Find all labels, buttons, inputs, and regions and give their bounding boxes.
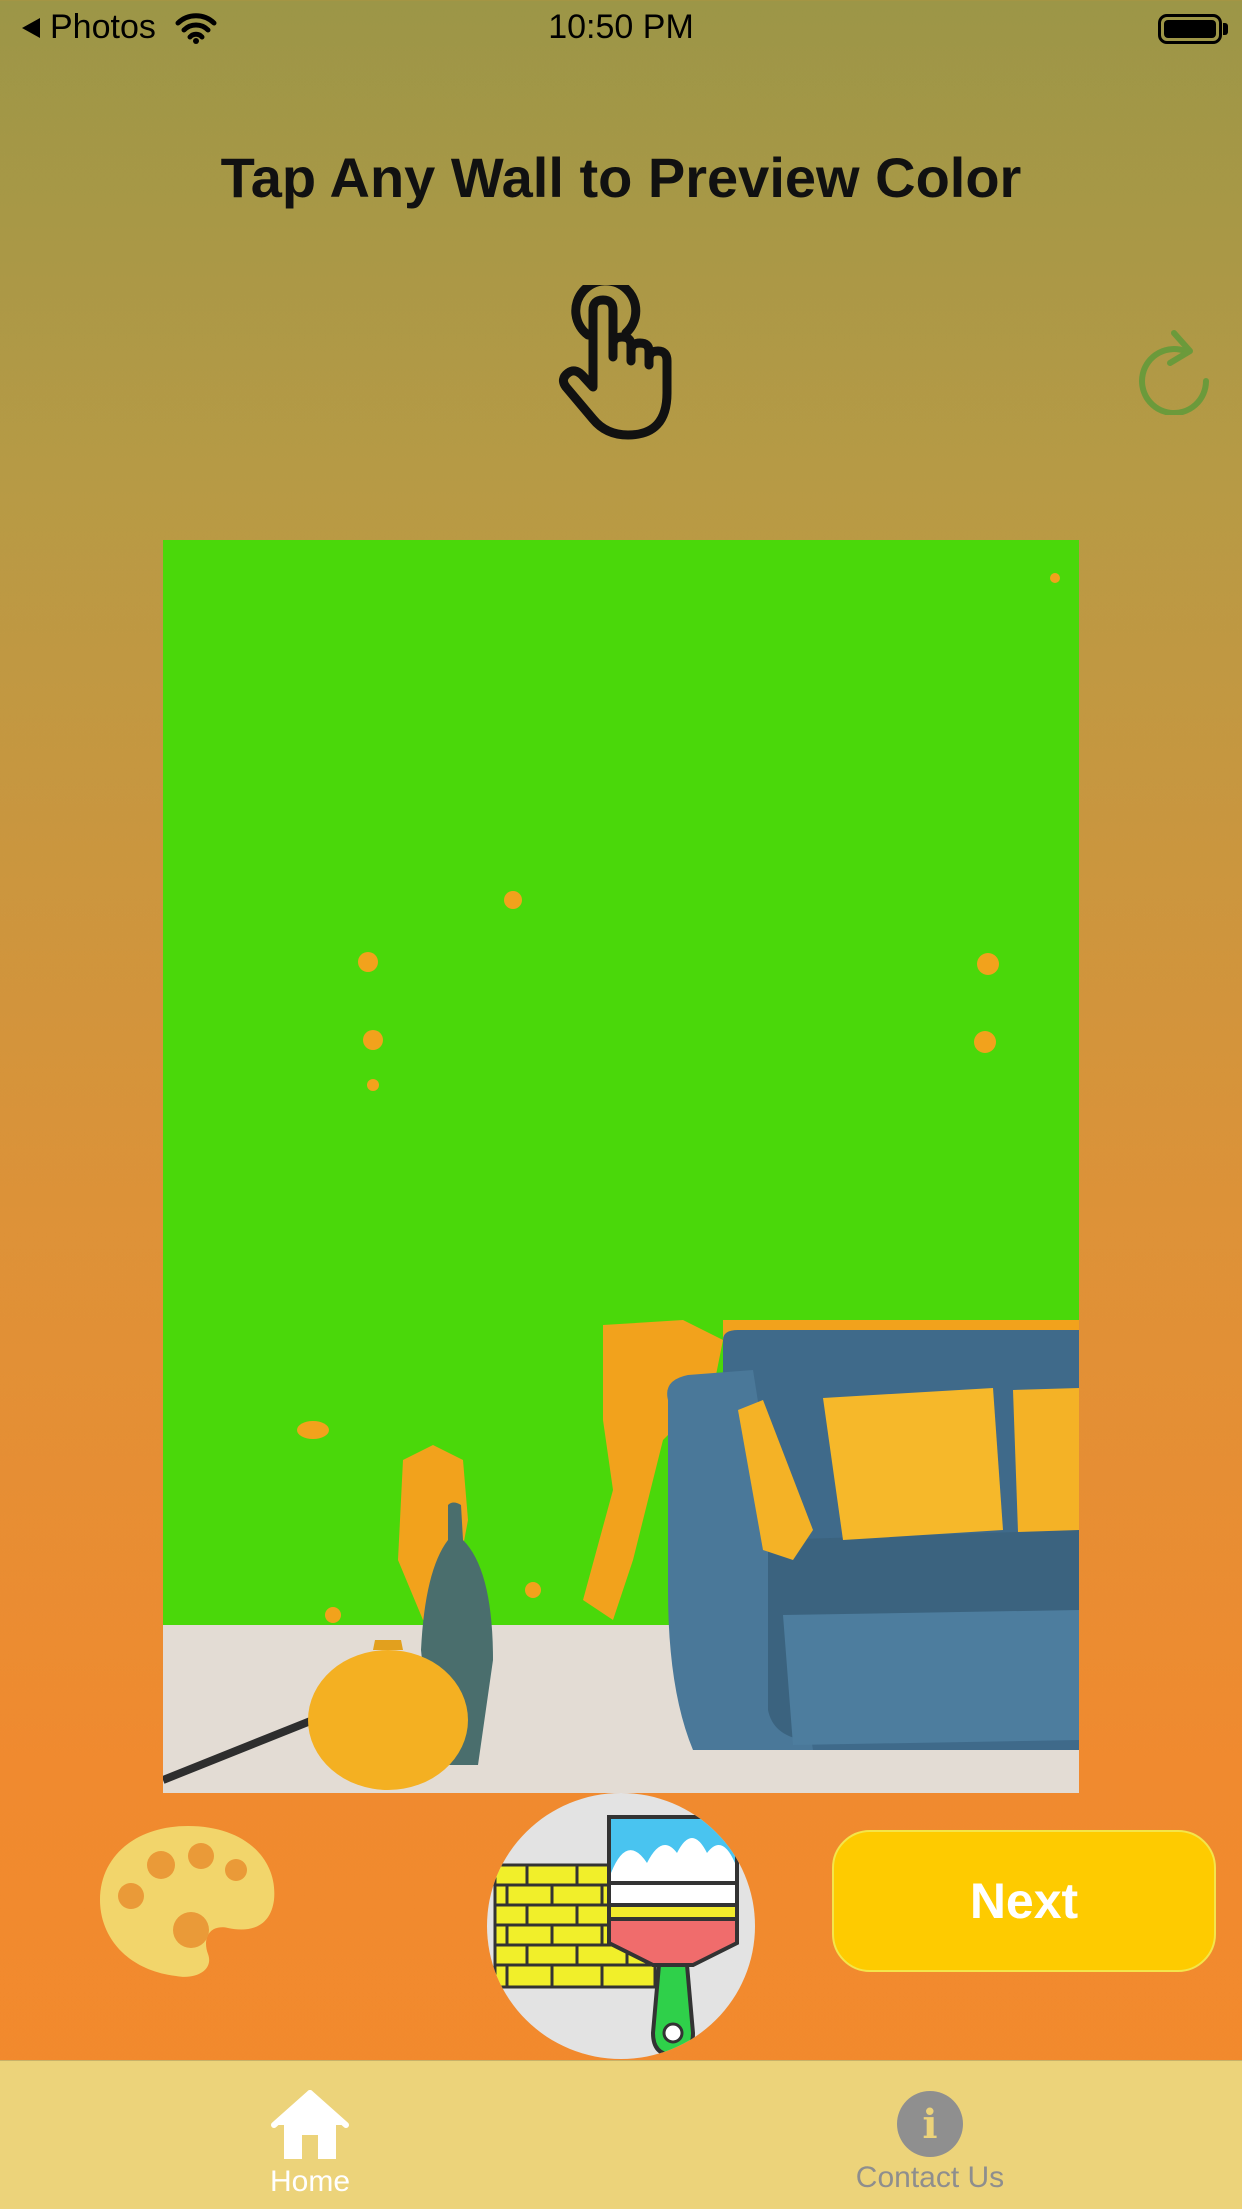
tap-hand-icon — [558, 285, 672, 440]
status-time: 10:50 PM — [548, 8, 694, 46]
wall-paint-brush-icon[interactable] — [487, 1793, 755, 2059]
palette-icon[interactable] — [96, 1820, 280, 1982]
refresh-icon[interactable] — [1130, 325, 1215, 415]
room-preview-image[interactable] — [163, 540, 1079, 1793]
home-icon — [271, 2090, 349, 2159]
tab-home[interactable]: Home — [210, 2061, 410, 2209]
battery-icon — [1158, 14, 1222, 44]
tab-bar: Home i Contact Us — [0, 2060, 1242, 2209]
next-button[interactable]: Next — [832, 1830, 1216, 1972]
info-icon: i — [897, 2091, 963, 2157]
battery-tip — [1223, 23, 1228, 35]
tab-contact-label: Contact Us — [855, 2161, 1005, 2194]
status-bar: Photos 10:50 PM — [0, 0, 1242, 62]
page-title: Tap Any Wall to Preview Color — [220, 146, 1022, 209]
tab-contact-us[interactable]: i Contact Us — [830, 2061, 1030, 2209]
tab-home-label: Home — [269, 2165, 351, 2198]
